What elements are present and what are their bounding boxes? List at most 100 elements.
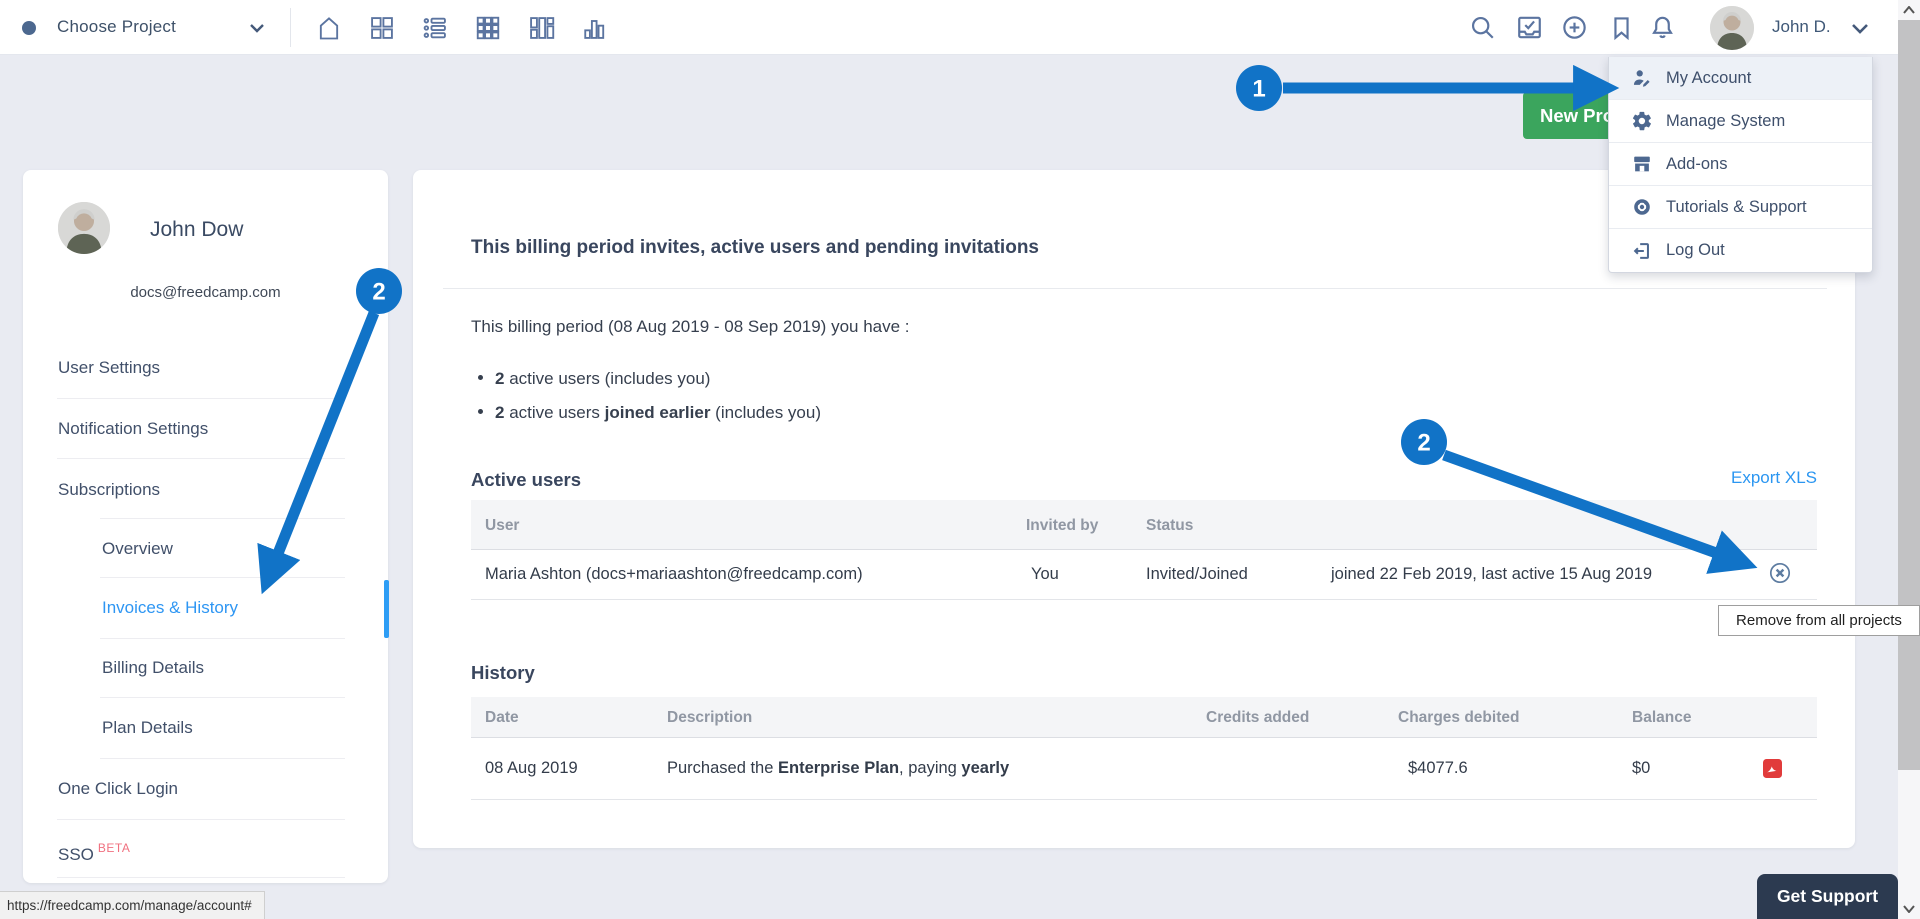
col-charges-debited: Charges debited <box>1398 709 1519 727</box>
boards-icon[interactable] <box>368 14 398 44</box>
user-avatar[interactable] <box>1710 6 1754 50</box>
scroll-down-icon[interactable] <box>1898 899 1920 919</box>
gear-icon <box>1631 110 1653 132</box>
cell-date: 08 Aug 2019 <box>485 759 578 778</box>
history-title: History <box>471 662 535 684</box>
remove-circle-icon[interactable] <box>1769 562 1791 584</box>
sidebar-item-invoices-history[interactable]: Invoices & History <box>102 596 238 620</box>
divider <box>57 398 345 399</box>
pdf-icon[interactable] <box>1763 759 1782 778</box>
sidebar-item-sso[interactable]: SSOBETA <box>58 836 130 867</box>
divider <box>443 288 1827 289</box>
divider <box>57 819 345 820</box>
grid-icon[interactable] <box>474 14 504 44</box>
menu-item-label: Manage System <box>1666 112 1785 131</box>
step1-number: 1 <box>1252 76 1265 103</box>
chevron-down-icon <box>250 24 264 33</box>
menu-item-label: Tutorials & Support <box>1666 198 1807 217</box>
history-table-header: Date Description Credits added Charges d… <box>471 697 1817 738</box>
bullet-dot <box>478 375 483 380</box>
col-user: User <box>485 517 519 535</box>
user-menu-trigger[interactable]: John D. <box>1772 17 1831 37</box>
tasks-inbox-icon[interactable] <box>1515 13 1545 43</box>
menu-item-log-out[interactable]: Log Out <box>1609 229 1872 272</box>
search-icon[interactable] <box>1468 13 1498 43</box>
cell-balance: $0 <box>1632 759 1650 778</box>
col-balance: Balance <box>1632 709 1691 727</box>
beta-badge: BETA <box>98 841 130 855</box>
help-buoy-icon <box>1631 196 1653 218</box>
col-status: Status <box>1146 517 1193 535</box>
divider <box>100 518 345 519</box>
sidebar-item-billing-details[interactable]: Billing Details <box>102 656 204 680</box>
sidebar-item-plan-details[interactable]: Plan Details <box>102 716 193 740</box>
billing-heading: This billing period invites, active user… <box>471 237 1039 259</box>
logout-icon <box>1631 240 1653 262</box>
cell-activity: joined 22 Feb 2019, last active 15 Aug 2… <box>1331 565 1652 584</box>
cell-user: Maria Ashton (docs+mariaashton@freedcamp… <box>485 565 863 584</box>
col-credits-added: Credits added <box>1206 709 1309 727</box>
remove-tooltip: Remove from all projects <box>1718 605 1920 636</box>
active-users-table-header: User Invited by Status <box>471 500 1817 550</box>
divider <box>100 577 345 578</box>
active-users-title: Active users <box>471 469 581 491</box>
menu-item-label: Add-ons <box>1666 155 1727 174</box>
col-date: Date <box>485 709 519 727</box>
menu-item-label: My Account <box>1666 69 1751 88</box>
menu-item-manage-system[interactable]: Manage System <box>1609 100 1872 143</box>
active-item-indicator <box>384 580 389 638</box>
bullet-active-users: 2 active users (includes you) <box>478 369 710 389</box>
user-edit-icon <box>1631 67 1653 89</box>
sidebar-avatar <box>58 202 110 254</box>
bar-chart-icon[interactable] <box>580 14 610 44</box>
cell-charges: $4077.6 <box>1408 759 1468 778</box>
menu-item-tutorials-support[interactable]: Tutorials & Support <box>1609 186 1872 229</box>
divider <box>100 697 345 698</box>
step1-badge <box>1236 65 1282 111</box>
sidebar-item-overview[interactable]: Overview <box>102 537 173 561</box>
topbar-divider <box>290 8 291 47</box>
freedcamp-account-page: Choose Project John D. <box>0 0 1920 919</box>
user-dropdown-menu: My Account Manage System Add-ons Tutoria… <box>1608 57 1873 273</box>
chevron-down-icon[interactable] <box>1852 24 1868 34</box>
divider <box>57 458 345 459</box>
menu-item-add-ons[interactable]: Add-ons <box>1609 143 1872 186</box>
sidebar-item-user-settings[interactable]: User Settings <box>58 356 160 380</box>
sidebar-user-name: John Dow <box>150 218 243 242</box>
divider <box>100 758 345 759</box>
cell-invited-by: You <box>1031 565 1059 584</box>
sidebar-item-subscriptions[interactable]: Subscriptions <box>58 478 160 502</box>
bookmark-icon[interactable] <box>1607 13 1637 43</box>
get-support-button[interactable]: Get Support <box>1757 874 1898 919</box>
top-bar: Choose Project John D. <box>0 0 1920 55</box>
project-dot-icon <box>22 21 36 35</box>
sidebar-item-notification-settings[interactable]: Notification Settings <box>58 417 208 441</box>
billing-period-line: This billing period (08 Aug 2019 - 08 Se… <box>471 317 910 337</box>
notifications-icon[interactable] <box>1648 13 1678 43</box>
account-sidebar: John Dow docs@freedcamp.com User Setting… <box>23 170 388 883</box>
list-icon[interactable] <box>421 14 451 44</box>
bullet-dot <box>478 409 483 414</box>
divider <box>57 877 345 878</box>
menu-item-label: Log Out <box>1666 241 1725 260</box>
kanban-icon[interactable] <box>527 14 557 44</box>
scrollbar-thumb[interactable] <box>1898 20 1920 770</box>
table-row: 08 Aug 2019 Purchased the Enterprise Pla… <box>471 738 1817 800</box>
sidebar-item-one-click-login[interactable]: One Click Login <box>58 777 178 801</box>
home-icon[interactable] <box>315 14 345 44</box>
table-row: Maria Ashton (docs+mariaashton@freedcamp… <box>471 550 1817 600</box>
scroll-up-icon[interactable] <box>1898 0 1920 20</box>
menu-item-my-account[interactable]: My Account <box>1609 57 1872 100</box>
project-selector-label[interactable]: Choose Project <box>57 17 176 37</box>
store-icon <box>1631 153 1653 175</box>
export-xls-link[interactable]: Export XLS <box>1717 468 1817 488</box>
col-invited-by: Invited by <box>1026 517 1098 535</box>
browser-status-bar: https://freedcamp.com/manage/account# <box>0 891 265 919</box>
cell-description: Purchased the Enterprise Plan, paying ye… <box>667 759 1009 778</box>
divider <box>100 638 345 639</box>
sidebar-user-email: docs@freedcamp.com <box>23 284 388 301</box>
bullet-joined-earlier: 2 active users joined earlier (includes … <box>478 403 821 423</box>
page-scrollbar[interactable] <box>1898 0 1920 919</box>
cell-status: Invited/Joined <box>1146 565 1248 584</box>
add-icon[interactable] <box>1560 13 1590 43</box>
